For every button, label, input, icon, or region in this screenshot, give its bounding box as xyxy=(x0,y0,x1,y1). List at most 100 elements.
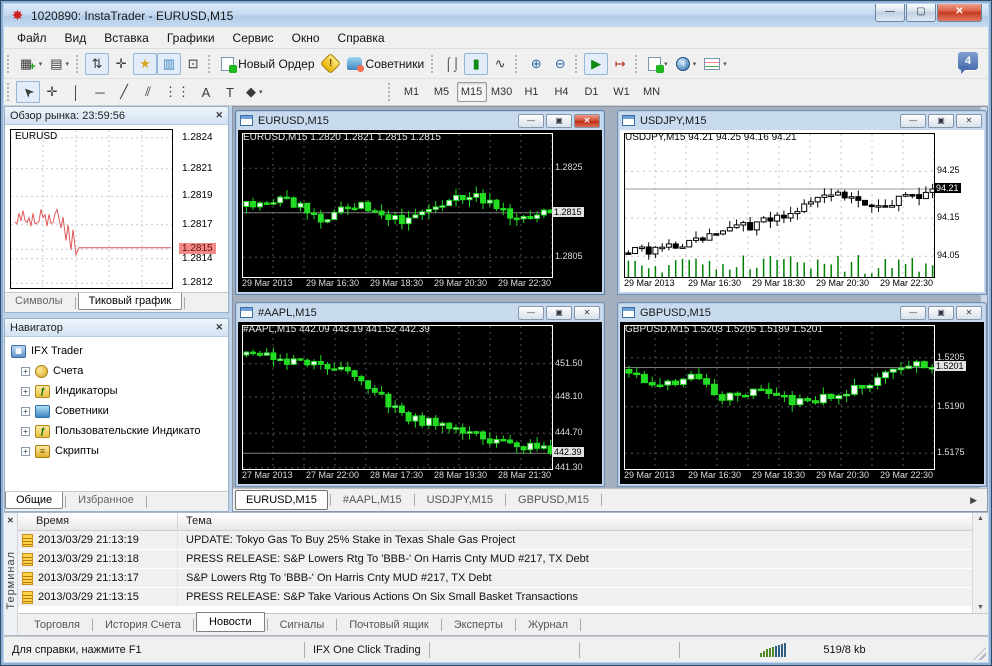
expand-icon[interactable]: + xyxy=(21,446,30,456)
text-icon[interactable]: A xyxy=(194,81,218,103)
navigator-tab-1[interactable]: Избранное xyxy=(68,492,144,508)
chart-tab-0[interactable]: EURUSD,M15 xyxy=(235,490,328,510)
label-icon[interactable]: T xyxy=(218,81,242,103)
chart-close-button[interactable]: ✕ xyxy=(574,113,600,128)
candle-chart-icon[interactable]: ▮ xyxy=(464,52,489,75)
crosshair-tool-icon[interactable]: ✛ xyxy=(40,81,64,103)
indicators-icon[interactable]: ▾ xyxy=(644,53,672,75)
maximize-button[interactable]: ▢ xyxy=(906,4,936,22)
terminal-tab-4[interactable]: Почтовый ящик xyxy=(339,617,438,633)
tick-chart[interactable]: 1.2824 1.2821 1.2819 1.2817 1.2815 1.2814 1.28… xyxy=(5,125,228,292)
menu-1[interactable]: Вид xyxy=(56,29,96,47)
crosshair-window-icon[interactable]: ✛ xyxy=(109,53,133,75)
resize-grip[interactable] xyxy=(973,647,986,660)
navigator-item-3[interactable]: + ƒ Пользовательские Индикато xyxy=(11,421,228,441)
menu-6[interactable]: Справка xyxy=(329,29,394,47)
chart-minimize-button[interactable]: — xyxy=(518,305,544,320)
navigator-root[interactable]: ▦ IFX Trader xyxy=(11,341,228,361)
notification-badge[interactable]: 4 xyxy=(958,52,978,74)
timeframe-h1[interactable]: H1 xyxy=(517,82,547,102)
navigator-close-icon[interactable]: ✕ xyxy=(215,322,223,333)
chart-title-bar[interactable]: EURUSD,M15 — ▣ ✕ xyxy=(236,111,604,130)
chart-minimize-button[interactable]: — xyxy=(518,113,544,128)
chart-restore-button[interactable]: ▣ xyxy=(546,305,572,320)
scroll-up-icon[interactable]: ▲ xyxy=(973,515,988,522)
timeframe-m30[interactable]: M30 xyxy=(487,82,517,102)
chart-title-bar[interactable]: #AAPL,M15 — ▣ ✕ xyxy=(236,303,604,322)
chart-close-button[interactable]: ✕ xyxy=(574,305,600,320)
profiles-icon[interactable]: ▤ ▾ xyxy=(46,53,73,75)
terminal-tab-1[interactable]: История Счета xyxy=(95,617,191,633)
terminal-tab-3[interactable]: Сигналы xyxy=(270,617,335,633)
market-watch-icon[interactable]: ⇅ xyxy=(85,52,110,75)
chart-close-button[interactable]: ✕ xyxy=(956,305,982,320)
chart-restore-button[interactable]: ▣ xyxy=(546,113,572,128)
minimize-button[interactable]: — xyxy=(875,4,905,22)
market-watch-tab-0[interactable]: Символы xyxy=(5,293,73,309)
terminal-tab-6[interactable]: Журнал xyxy=(518,617,578,633)
close-button[interactable]: ✕ xyxy=(937,4,982,22)
timeframe-d1[interactable]: D1 xyxy=(577,82,607,102)
warning-icon[interactable]: ! xyxy=(319,52,343,75)
channel-icon[interactable]: ⫽ xyxy=(136,81,160,103)
scroll-down-icon[interactable]: ▼ xyxy=(973,604,988,611)
timeframe-m15[interactable]: M15 xyxy=(456,82,487,102)
chart-window-aaplm15[interactable]: #AAPL,M15 — ▣ ✕ #AAPL,M15 442.09 443.19 441.… xyxy=(235,302,605,487)
news-row[interactable]: 2013/03/29 21:13:19 UPDATE: Tokyo Gas To … xyxy=(18,531,972,550)
timeframe-m1[interactable]: M1 xyxy=(397,82,427,102)
chart-tab-3[interactable]: GBPUSD,M15 xyxy=(508,491,599,509)
timeframe-w1[interactable]: W1 xyxy=(607,82,637,102)
chart-minimize-button[interactable]: — xyxy=(900,305,926,320)
status-one-click-trading[interactable]: IFX One Click Trading xyxy=(304,641,430,658)
news-scrollbar[interactable]: ▲ ▼ xyxy=(972,513,988,613)
vertical-line-icon[interactable]: │ xyxy=(64,81,88,103)
chart-restore-button[interactable]: ▣ xyxy=(928,113,954,128)
news-row[interactable]: 2013/03/29 21:13:17 S&P Lowers Rtg To 'BB… xyxy=(18,569,972,588)
market-watch-tab-1[interactable]: Тиковый график xyxy=(77,293,183,310)
new-order-button[interactable]: Новый Ордер xyxy=(217,53,318,75)
navigator-item-4[interactable]: + ≡ Скрипты xyxy=(11,441,228,461)
menu-2[interactable]: Вставка xyxy=(95,29,158,47)
menu-3[interactable]: Графики xyxy=(158,29,224,47)
navigator-item-1[interactable]: + ƒ Индикаторы xyxy=(11,381,228,401)
expand-icon[interactable]: + xyxy=(21,386,30,396)
bar-chart-icon[interactable]: ⌠⌡ xyxy=(440,53,464,75)
timeframe-m5[interactable]: M5 xyxy=(427,82,457,102)
chart-shift-icon[interactable]: ↦ xyxy=(608,53,632,75)
advisors-button[interactable]: Советники xyxy=(343,53,429,75)
terminal-close-icon[interactable]: ✕ xyxy=(7,516,14,525)
tab-scroll-right-icon[interactable]: ▶ xyxy=(970,495,977,506)
chart-tab-1[interactable]: #AAPL,M15 xyxy=(333,491,412,509)
market-watch-close-icon[interactable]: ✕ xyxy=(215,110,223,121)
fibonacci-icon[interactable]: ⋮⋮ xyxy=(160,81,194,103)
chart-window-eurusdm15[interactable]: EURUSD,M15 — ▣ ✕ EURUSD,M15 1.2820 1.2821 1.… xyxy=(235,110,605,295)
menu-4[interactable]: Сервис xyxy=(224,29,283,47)
horizontal-line-icon[interactable]: ─ xyxy=(88,81,112,103)
terminal-tab-2[interactable]: Новости xyxy=(196,611,265,632)
line-chart-icon[interactable]: ∿ xyxy=(488,53,512,75)
navigator-tab-0[interactable]: Общие xyxy=(5,492,64,509)
templates-icon[interactable]: ▾ xyxy=(700,53,731,75)
periods-icon[interactable]: ▾ xyxy=(672,53,701,75)
news-row[interactable]: 2013/03/29 21:13:15 PRESS RELEASE: S&P Ta… xyxy=(18,588,972,607)
expand-icon[interactable]: + xyxy=(21,426,30,436)
favorites-icon[interactable]: ★ xyxy=(133,52,158,75)
zoom-out-icon[interactable]: ⊖ xyxy=(548,53,572,75)
terminal-tab-5[interactable]: Эксперты xyxy=(444,617,513,633)
chart-window-gbpusdm15[interactable]: GBPUSD,M15 — ▣ ✕ GBPUSD,M15 1.5203 1.5205 1.… xyxy=(617,302,987,487)
arrows-icon[interactable]: ◆ ▾ xyxy=(242,81,267,103)
chart-minimize-button[interactable]: — xyxy=(900,113,926,128)
navigator-item-0[interactable]: + Счета xyxy=(11,361,228,381)
news-row[interactable]: 2013/03/29 21:13:18 PRESS RELEASE: S&P Lo… xyxy=(18,550,972,569)
navigator-header[interactable]: Навигатор ✕ xyxy=(5,319,228,337)
chart-title-bar[interactable]: USDJPY,M15 — ▣ ✕ xyxy=(618,111,986,130)
chart-title-bar[interactable]: GBPUSD,M15 — ▣ ✕ xyxy=(618,303,986,322)
terminal-tab-0[interactable]: Торговля xyxy=(24,617,90,633)
chart-restore-button[interactable]: ▣ xyxy=(928,305,954,320)
menu-5[interactable]: Окно xyxy=(283,29,329,47)
chart-tab-2[interactable]: USDJPY,M15 xyxy=(417,491,503,509)
trendline-icon[interactable]: ╱ xyxy=(112,81,136,103)
zoom-in-icon[interactable]: ⊕ xyxy=(524,53,548,75)
chart-window-usdjpym15[interactable]: USDJPY,M15 — ▣ ✕ USDJPY,M15 94.21 94.25 94.1… xyxy=(617,110,987,295)
news-column-time[interactable]: Время xyxy=(18,513,178,530)
